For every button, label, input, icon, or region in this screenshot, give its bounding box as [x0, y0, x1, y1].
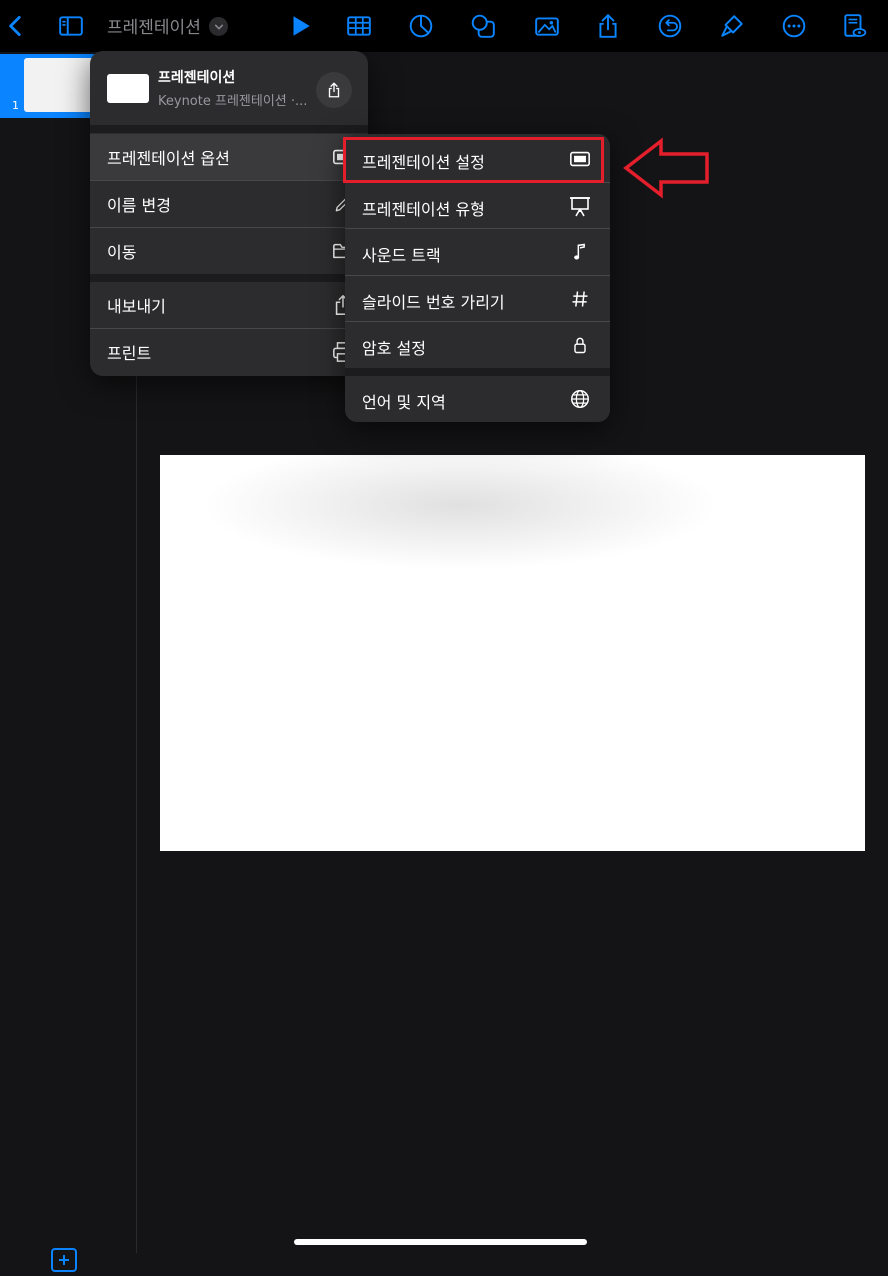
share-icon[interactable]	[592, 10, 624, 42]
sidebar-icon[interactable]	[55, 10, 87, 42]
home-indicator[interactable]	[294, 1239, 587, 1245]
menu-shadow	[200, 440, 720, 570]
hash-icon	[568, 287, 592, 311]
more-icon[interactable]	[778, 10, 810, 42]
toolbar: 프레젠테이션	[0, 0, 888, 52]
submenu-item-soundtrack[interactable]: 사운드 트랙	[345, 229, 610, 275]
undo-icon[interactable]	[654, 10, 686, 42]
back-icon[interactable]	[0, 10, 32, 42]
menu-item-presentation-options[interactable]: 프레젠테이션 옵션	[90, 134, 368, 180]
menu-item-print[interactable]: 프린트	[90, 329, 368, 375]
reading-view-icon[interactable]	[838, 10, 870, 42]
slide-number: 1	[12, 99, 19, 112]
submenu-item-language-region[interactable]: 언어 및 지역	[345, 376, 610, 422]
menu-item-rename[interactable]: 이름 변경	[90, 181, 368, 227]
document-title[interactable]: 프레젠테이션	[107, 13, 201, 38]
menu-header-title: 프레젠테이션	[158, 70, 236, 86]
menu-item-label: 이름 변경	[107, 196, 171, 215]
submenu-item-label: 사운드 트랙	[362, 246, 441, 265]
menu-item-move[interactable]: 이동	[90, 228, 368, 274]
submenu-item-label: 암호 설정	[362, 339, 426, 358]
projector-icon	[568, 194, 592, 218]
lock-icon	[568, 333, 592, 357]
add-slide-icon[interactable]	[51, 1248, 77, 1272]
menu-item-label: 프린트	[107, 344, 152, 363]
annotation-arrow-icon	[623, 137, 709, 199]
share-button[interactable]	[316, 72, 352, 108]
play-icon[interactable]	[284, 10, 316, 42]
menu-item-label: 내보내기	[107, 297, 166, 316]
menu-item-export[interactable]: 내보내기	[90, 282, 368, 328]
menu-group-separator	[90, 274, 368, 282]
menu-header-subtitle: Keynote 프레젠테이션 ·...	[158, 94, 308, 109]
menu-item-label: 이동	[107, 243, 137, 262]
submenu-item-hide-slide-numbers[interactable]: 슬라이드 번호 가리기	[345, 276, 610, 322]
document-thumbnail	[107, 74, 149, 103]
globe-icon	[568, 387, 592, 411]
submenu-group-separator	[345, 368, 610, 376]
media-icon[interactable]	[531, 10, 563, 42]
submenu-item-set-password[interactable]: 암호 설정	[345, 322, 610, 368]
format-brush-icon[interactable]	[716, 10, 748, 42]
submenu-item-label: 언어 및 지역	[362, 393, 446, 412]
submenu-item-label: 슬라이드 번호 가리기	[362, 293, 505, 312]
chevron-down-icon[interactable]	[209, 17, 228, 36]
slide-thumbnail[interactable]	[24, 58, 100, 112]
table-icon[interactable]	[343, 10, 375, 42]
music-note-icon	[568, 240, 592, 264]
document-menu: 프레젠테이션 Keynote 프레젠테이션 ·... 프레젠테이션 옵션 이름 …	[90, 51, 368, 376]
annotation-highlight-box	[343, 137, 604, 183]
menu-item-label: 프레젠테이션 옵션	[107, 149, 230, 168]
shapes-icon[interactable]	[467, 10, 499, 42]
menu-group-separator	[90, 125, 368, 133]
submenu-item-presentation-type[interactable]: 프레젠테이션 유형	[345, 183, 610, 229]
chart-icon[interactable]	[405, 10, 437, 42]
menu-header: 프레젠테이션 Keynote 프레젠테이션 ·...	[90, 51, 368, 133]
submenu-item-label: 프레젠테이션 유형	[362, 200, 485, 219]
